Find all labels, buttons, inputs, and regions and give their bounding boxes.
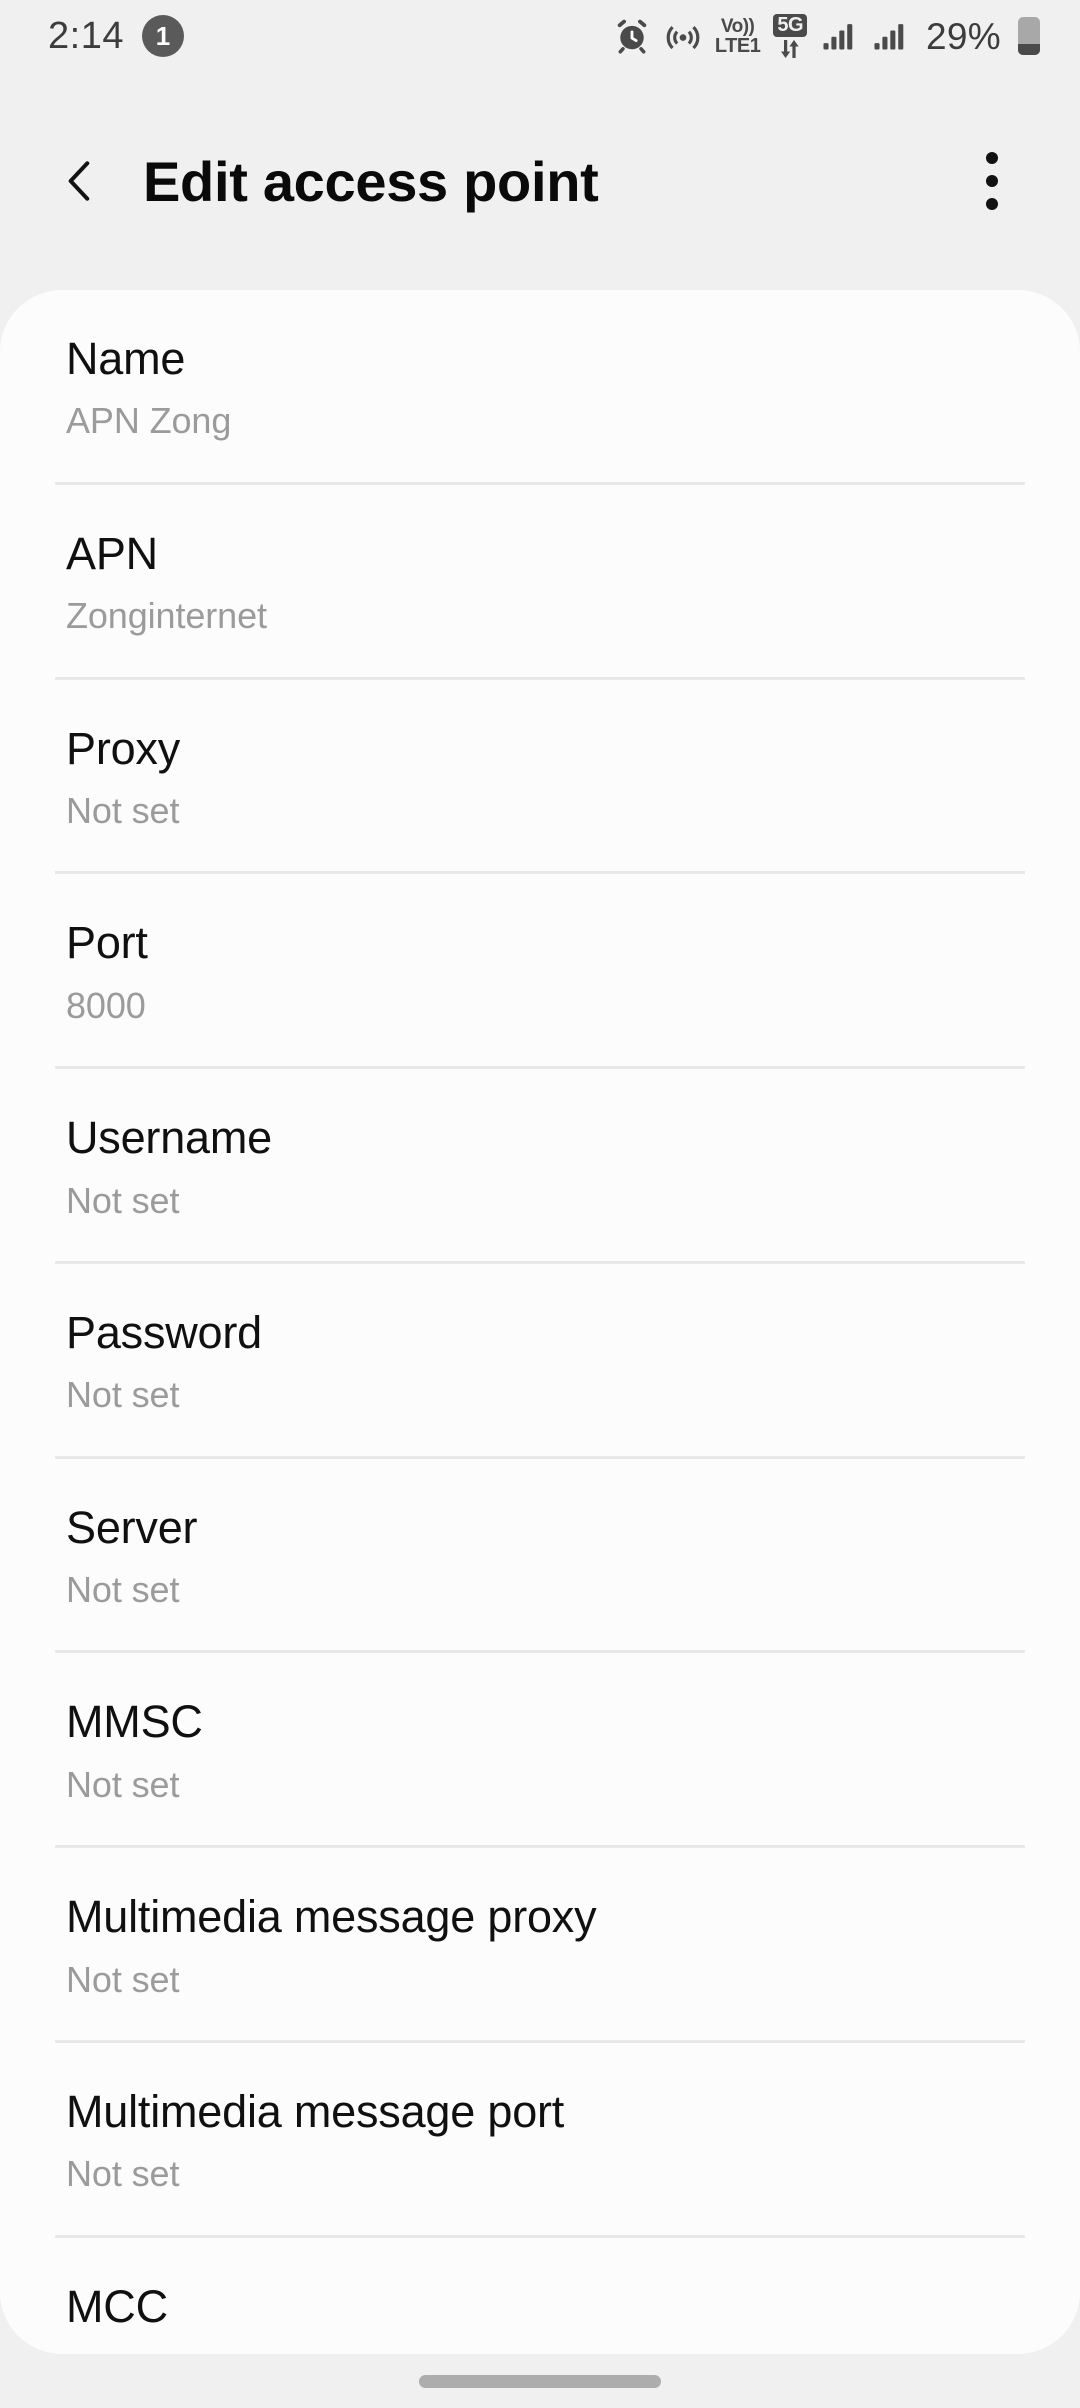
chevron-left-icon <box>68 161 90 201</box>
home-gesture-pill[interactable] <box>419 2374 661 2388</box>
more-vertical-icon-dot-3 <box>986 198 998 210</box>
gesture-nav-bar <box>0 2354 1080 2408</box>
alarm-icon <box>613 17 651 55</box>
volte-icon: Vo)) LTE1 <box>714 15 761 57</box>
setting-value: Not set <box>66 1179 180 1221</box>
setting-value: Not set <box>66 1374 180 1416</box>
setting-row-mcc[interactable]: MCC <box>0 2238 1080 2354</box>
setting-row-password[interactable]: Password Not set <box>0 1264 1080 1456</box>
setting-label: MMSC <box>66 1696 203 1748</box>
app-bar: Edit access point <box>0 72 1080 290</box>
overflow-menu-button[interactable] <box>956 145 1028 217</box>
battery-percent-label: 29% <box>926 15 1001 57</box>
signal-sim1-icon <box>820 17 858 55</box>
setting-label: Proxy <box>66 722 181 774</box>
page-title: Edit access point <box>143 149 599 213</box>
settings-card: Name APN Zong APN Zonginternet Proxy Not… <box>0 290 1080 2354</box>
setting-label: APN <box>66 527 158 579</box>
setting-value: Zonginternet <box>66 595 267 637</box>
setting-label: MCC <box>66 2280 168 2332</box>
volte-top-label: Vo)) <box>720 15 755 37</box>
setting-row-username[interactable]: Username Not set <box>0 1069 1080 1261</box>
status-bar: 2:14 1 Vo)) LTE1 5G 29% <box>0 0 1080 72</box>
setting-value: 8000 <box>66 984 146 1026</box>
setting-label: Server <box>66 1501 198 1553</box>
setting-row-name[interactable]: Name APN Zong <box>0 290 1080 482</box>
setting-value: Not set <box>66 1958 180 2000</box>
phone-screen: 2:14 1 Vo)) LTE1 5G 29% Edit access poin… <box>0 0 1080 2408</box>
setting-label: Multimedia message proxy <box>66 1891 597 1943</box>
setting-label: Multimedia message port <box>66 2086 565 2138</box>
more-vertical-icon-dot-1 <box>986 152 998 164</box>
setting-label: Username <box>66 1112 272 1164</box>
status-bar-clock: 2:14 <box>48 15 124 57</box>
access-point-settings-list: Name APN Zong APN Zonginternet Proxy Not… <box>0 290 1080 2354</box>
setting-row-multimedia-message-proxy[interactable]: Multimedia message proxy Not set <box>0 1848 1080 2040</box>
hotspot-icon <box>664 17 702 55</box>
setting-value: Not set <box>66 2153 180 2195</box>
signal-sim2-icon <box>871 17 909 55</box>
status-bar-left: 2:14 1 <box>48 15 184 57</box>
setting-row-server[interactable]: Server Not set <box>0 1459 1080 1651</box>
status-bar-right: Vo)) LTE1 5G 29% <box>613 13 1040 59</box>
5g-icon: 5G <box>773 13 808 59</box>
data-transfer-arrows-icon <box>773 39 807 59</box>
setting-label: Port <box>66 917 148 969</box>
5g-label: 5G <box>773 13 808 37</box>
setting-row-proxy[interactable]: Proxy Not set <box>0 680 1080 872</box>
setting-row-mmsc[interactable]: MMSC Not set <box>0 1653 1080 1845</box>
battery-icon <box>1018 17 1040 55</box>
setting-row-multimedia-message-port[interactable]: Multimedia message port Not set <box>0 2043 1080 2235</box>
setting-value: Not set <box>66 789 180 831</box>
setting-label: Password <box>66 1306 262 1358</box>
volte-bottom-label: LTE1 <box>714 34 761 57</box>
setting-value: Not set <box>66 1569 180 1611</box>
notification-count-badge: 1 <box>141 15 184 57</box>
setting-value: APN Zong <box>66 400 232 442</box>
setting-row-port[interactable]: Port 8000 <box>0 874 1080 1066</box>
setting-value: Not set <box>66 1763 180 1805</box>
setting-label: Name <box>66 333 186 384</box>
back-button[interactable] <box>44 145 116 217</box>
more-vertical-icon-dot-2 <box>986 175 998 187</box>
setting-row-apn[interactable]: APN Zonginternet <box>0 485 1080 677</box>
